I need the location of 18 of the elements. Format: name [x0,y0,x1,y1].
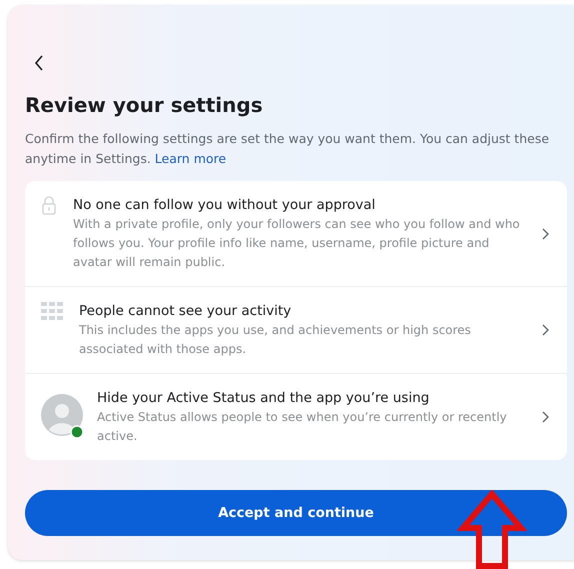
setting-row[interactable]: Hide your Active Status and the app you’re using Active Status allows people to see when you’re currently or recently active. [25,374,567,460]
back-icon[interactable] [34,55,44,71]
setting-description: With a private profile, only your followers can see who you follow and who follows you. Your profile info like name, username, profile picture and avatar will remain public. [73,216,521,271]
learn-more-link[interactable]: Learn more [154,151,226,166]
accept-button[interactable]: Accept and continue [25,490,567,536]
description-text: Confirm the following settings are set the way you want them. You can adjust these anytime in Settings. Learn more [25,130,550,168]
lock-icon [41,195,57,215]
dialog-title: Review your settings [25,93,264,117]
chevron-right-icon [542,411,549,423]
chevron-right-icon [542,324,549,336]
setting-description: This includes the apps you use, and achievements or high scores associated with those apps. [79,322,472,358]
grid-icon [41,301,63,321]
setting-title: No one can follow you without your approval [73,196,376,215]
setting-description: Active Status allows people to see when you’re currently or recently active. [97,409,508,445]
setting-title: Hide your Active Status and the app you’re using [97,389,430,408]
setting-title: People cannot see your activity [79,302,292,321]
setting-row[interactable]: People cannot see your activity This includes the apps you use, and achievements or high scores associated with those apps. [25,287,567,374]
chevron-right-icon [542,228,549,240]
